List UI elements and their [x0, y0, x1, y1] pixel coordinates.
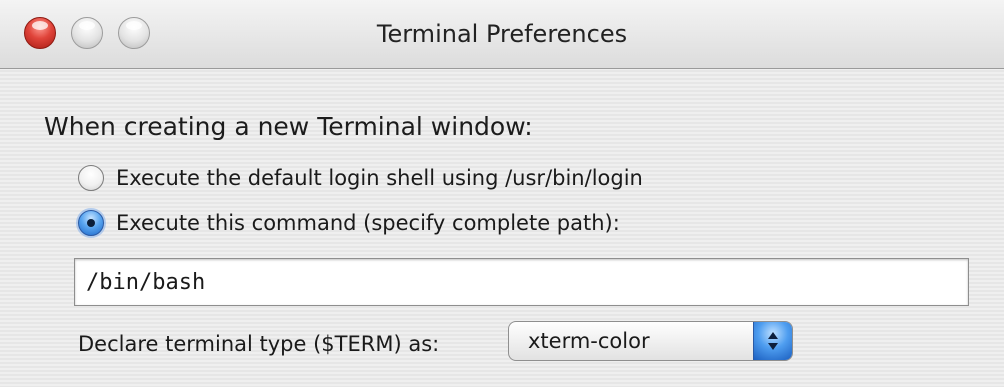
preferences-window: Terminal Preferences When creating a new… — [0, 0, 1004, 387]
radio-dot-icon — [87, 219, 95, 227]
terminal-type-popup[interactable]: xterm-color — [508, 321, 793, 361]
window-title: Terminal Preferences — [376, 20, 628, 48]
command-path-input[interactable] — [74, 258, 969, 306]
radio-button-unselected[interactable] — [78, 165, 104, 191]
radio-label-execute-command: Execute this command (specify complete p… — [116, 211, 620, 235]
terminal-type-label: Declare terminal type ($TERM) as: — [78, 332, 440, 356]
radio-label-default-login-shell: Execute the default login shell using /u… — [116, 166, 643, 190]
radio-option-execute-command[interactable]: Execute this command (specify complete p… — [78, 208, 620, 238]
chevron-down-icon — [768, 343, 778, 350]
popup-arrows-icon[interactable] — [753, 322, 792, 360]
chevron-up-icon — [768, 332, 778, 339]
terminal-type-value: xterm-color — [528, 329, 650, 353]
title-bar: Terminal Preferences — [0, 0, 1004, 69]
section-heading: When creating a new Terminal window: — [44, 112, 533, 141]
radio-option-default-login-shell[interactable]: Execute the default login shell using /u… — [78, 163, 643, 193]
radio-button-selected[interactable] — [78, 210, 104, 236]
